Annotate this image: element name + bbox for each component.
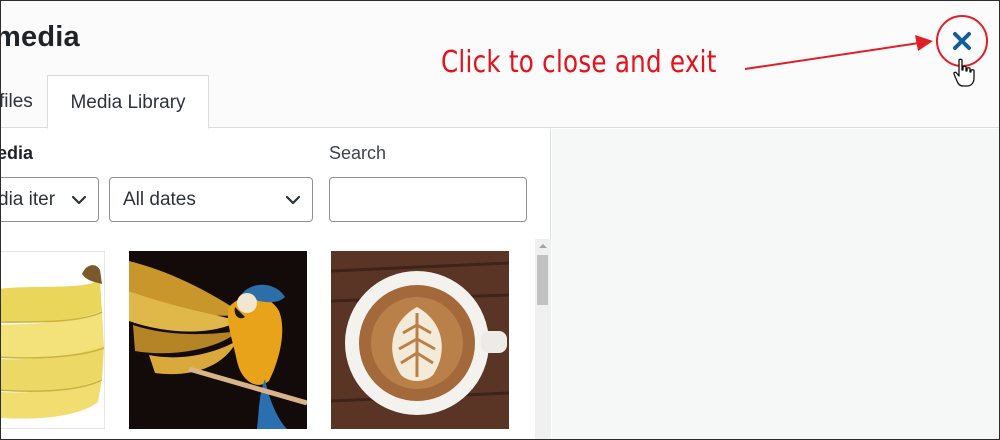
- date-filter-select[interactable]: All dates: [109, 177, 313, 222]
- media-browser: edia Search dia iter All dates: [0, 129, 551, 439]
- thumbnail-banana[interactable]: [1, 251, 105, 429]
- tab-media-library[interactable]: Media Library: [47, 75, 209, 129]
- search-label: Search: [329, 143, 387, 163]
- annotation-arrow: [744, 35, 933, 70]
- chevron-down-icon: [285, 195, 301, 205]
- scroll-up-arrow-icon[interactable]: [538, 241, 548, 251]
- modal-title: media: [0, 21, 80, 53]
- attachment-details-pane: [552, 129, 999, 439]
- date-filter-value: All dates: [123, 189, 196, 210]
- thumbnail-coffee[interactable]: [331, 251, 509, 429]
- search-input[interactable]: [329, 177, 527, 222]
- annotation-label: Click to close and exit: [441, 45, 717, 80]
- modal-header: media files Media Library Click to close…: [0, 1, 999, 129]
- media-modal: media files Media Library Click to close…: [0, 0, 1000, 440]
- chevron-down-icon: [71, 195, 87, 205]
- scrollbar[interactable]: [535, 239, 551, 439]
- tab-upload-files[interactable]: files: [1, 75, 47, 129]
- scrollbar-thumb[interactable]: [537, 255, 548, 305]
- media-type-value: dia iter: [0, 189, 56, 210]
- parrot-image: [129, 251, 307, 429]
- close-x-icon: [953, 32, 971, 50]
- banana-image: [1, 252, 104, 428]
- hand-cursor-icon: [953, 58, 975, 87]
- filter-media-label: edia: [0, 143, 34, 163]
- coffee-image: [331, 251, 509, 429]
- media-type-select[interactable]: dia iter: [0, 177, 99, 222]
- thumbnail-parrot[interactable]: [129, 251, 307, 429]
